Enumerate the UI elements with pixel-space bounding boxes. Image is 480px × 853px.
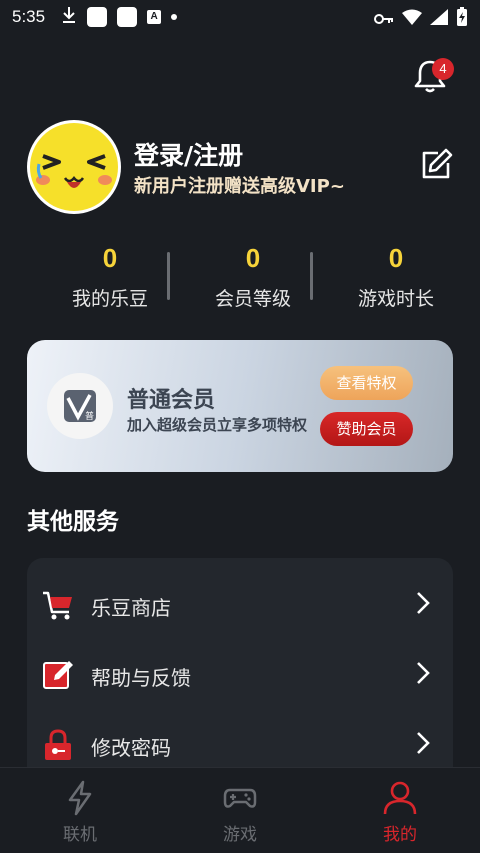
dot-icon xyxy=(171,14,178,20)
stat-divider xyxy=(167,252,170,300)
membership-title: 普通会员 xyxy=(127,388,216,413)
membership-card: 普 普通会员 加入超级会员立享多项特权 查看特权 赞助会员 xyxy=(27,340,453,472)
app-square-icon xyxy=(117,7,138,27)
stat-le-beans[interactable]: 0 我的乐豆 xyxy=(40,240,180,311)
lightning-icon xyxy=(62,780,98,816)
list-item-label: 帮助与反馈 xyxy=(91,666,191,690)
login-register-link[interactable]: 登录/注册 xyxy=(134,136,243,172)
list-item-help-feedback[interactable]: 帮助与反馈 xyxy=(27,636,453,706)
list-item-le-bean-store[interactable]: 乐豆商店 xyxy=(27,566,453,636)
lock-icon xyxy=(41,728,75,762)
cart-icon xyxy=(41,588,75,622)
status-time: 5:35 xyxy=(12,7,46,26)
tab-games[interactable]: 游戏 xyxy=(190,780,290,845)
register-promo-text: 新用户注册赠送高级VIP~ xyxy=(134,176,345,197)
chevron-right-icon xyxy=(413,730,433,756)
list-item-change-password[interactable]: 修改密码 xyxy=(27,706,453,776)
stats-row: 0 我的乐豆 0 会员等级 0 游戏时长 xyxy=(0,240,480,320)
stat-label: 会员等级 xyxy=(214,288,291,310)
stat-member-level[interactable]: 0 会员等级 xyxy=(183,240,323,311)
gamepad-icon xyxy=(222,780,258,816)
services-list: 乐豆商店 帮助与反馈 修改密码 xyxy=(27,558,453,788)
tab-online[interactable]: 联机 xyxy=(30,780,130,845)
stat-value: 0 xyxy=(245,243,261,273)
download-icon xyxy=(61,6,77,29)
vpn-key-icon xyxy=(374,10,394,30)
person-icon xyxy=(382,780,418,816)
font-a-icon: A xyxy=(147,10,162,24)
edit-icon xyxy=(422,148,453,179)
sponsor-member-button[interactable]: 赞助会员 xyxy=(320,412,413,446)
bottom-nav: 联机 游戏 我的 xyxy=(0,767,480,853)
list-item-label: 修改密码 xyxy=(91,736,171,760)
signal-icon xyxy=(430,9,448,30)
stat-label: 游戏时长 xyxy=(357,288,434,310)
tab-label: 我的 xyxy=(383,825,417,845)
feedback-icon xyxy=(41,658,75,692)
stat-value: 0 xyxy=(388,243,404,273)
battery-charging-icon xyxy=(456,7,468,32)
tab-label: 联机 xyxy=(63,825,97,845)
app-square-icon xyxy=(87,7,108,27)
view-privileges-button[interactable]: 查看特权 xyxy=(320,366,413,400)
tab-mine[interactable]: 我的 xyxy=(350,780,450,845)
wifi-icon xyxy=(402,9,422,30)
membership-subtitle: 加入超级会员立享多项特权 xyxy=(127,416,308,434)
status-bar: 5:35 A xyxy=(0,0,480,34)
stat-play-time[interactable]: 0 游戏时长 xyxy=(326,240,466,311)
list-item-label: 乐豆商店 xyxy=(91,596,171,620)
stat-value: 0 xyxy=(102,243,118,273)
stat-label: 我的乐豆 xyxy=(71,288,148,310)
avatar[interactable] xyxy=(27,120,121,214)
section-title-other-services: 其他服务 xyxy=(27,509,119,535)
edit-profile-button[interactable] xyxy=(418,147,454,183)
membership-logo: 普 xyxy=(47,373,113,439)
chevron-right-icon xyxy=(413,660,433,686)
notification-badge: 4 xyxy=(432,58,454,80)
chevron-right-icon xyxy=(413,590,433,616)
membership-logo-badge: 普 xyxy=(85,410,94,422)
stat-divider xyxy=(310,252,313,300)
tab-label: 游戏 xyxy=(223,825,257,845)
